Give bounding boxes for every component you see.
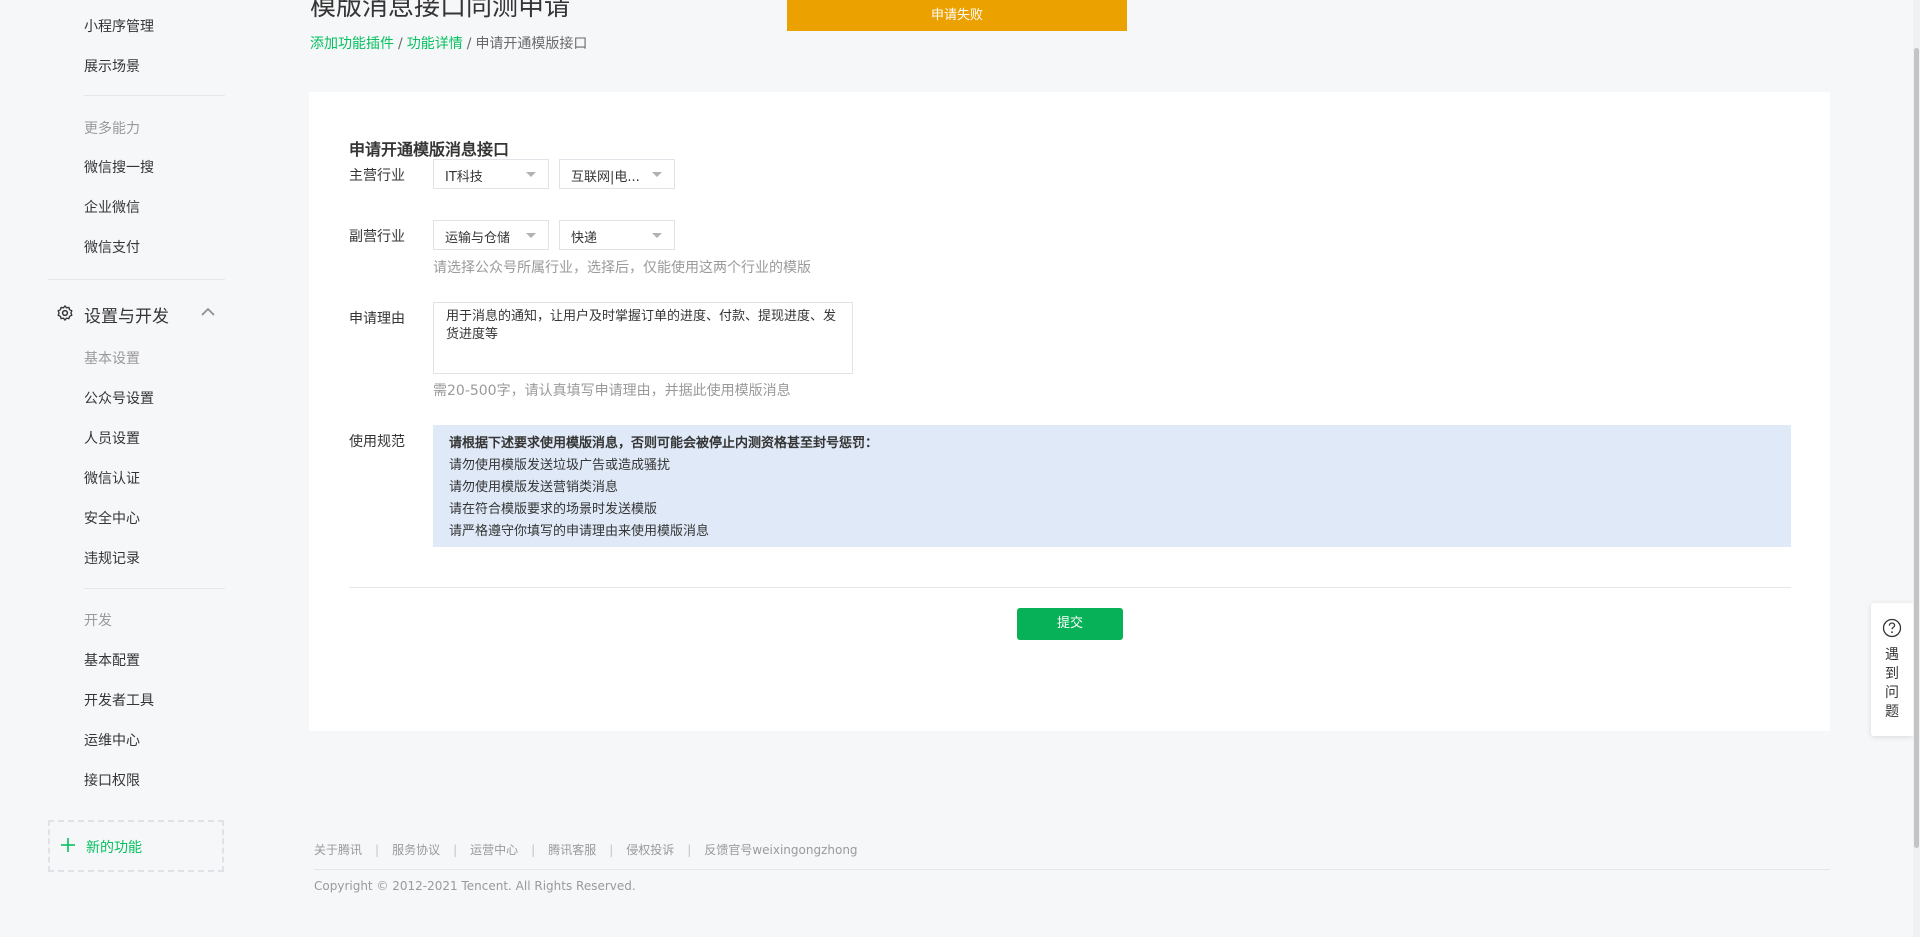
footer-separator: |: [375, 843, 380, 857]
page-title: 模版消息接口同测申请: [310, 0, 571, 22]
breadcrumb-current: 申请开通模版接口: [475, 36, 588, 52]
footer-links: 关于腾讯 | 服务协议 | 运营中心 | 腾讯客服 | 侵权投诉 | 反馈官号weixingongz…: [314, 841, 858, 858]
footer-link-support[interactable]: 腾讯客服: [548, 843, 596, 857]
rule-item: 请勿使用模版发送营销类消息: [449, 480, 619, 495]
sidebar-item-violations[interactable]: 违规记录: [84, 548, 140, 568]
footer-separator: |: [531, 843, 536, 857]
sidebar-item-ops-center[interactable]: 运维中心: [84, 730, 140, 750]
sidebar-item-basic-config[interactable]: 基本配置: [84, 650, 140, 670]
rules-label: 使用规范: [349, 434, 405, 450]
footer-divider: [314, 869, 1830, 870]
sidebar-divider: [48, 279, 225, 280]
new-feature-label: 新的功能: [86, 840, 142, 856]
select-value: 快递: [571, 231, 598, 246]
gear-icon: [57, 305, 73, 321]
rule-item: 请勿使用模版发送垃圾广告或造成骚扰: [449, 458, 671, 473]
help-button[interactable]: 遇到问题: [1871, 603, 1913, 736]
submit-button[interactable]: 提交: [1017, 608, 1123, 640]
sidebar-section-title: 设置与开发: [84, 307, 169, 327]
footer-link-terms[interactable]: 服务协议: [392, 843, 440, 857]
plus-icon: [61, 838, 75, 852]
reason-hint: 需20-500字，请认真填写申请理由，并据此使用模版消息: [433, 383, 791, 399]
error-toast: 申请失败: [787, 0, 1127, 31]
caret-down-icon: [652, 233, 662, 238]
footer-link-feedback[interactable]: 反馈官号weixingongzhong: [704, 843, 857, 857]
caret-down-icon: [526, 172, 536, 177]
form-title: 申请开通模版消息接口: [349, 140, 510, 159]
footer-separator: |: [687, 843, 692, 857]
sidebar-group-dev: 开发: [84, 613, 112, 629]
rules-heading: 请根据下述要求使用模版消息，否则可能会被停止内测资格甚至封号惩罚：: [449, 436, 879, 451]
rule-item: 请严格遵守你填写的申请理由来使用模版消息: [449, 524, 710, 539]
select-value: 互联网|电...: [571, 170, 640, 185]
sidebar-item-dev-tools[interactable]: 开发者工具: [84, 690, 154, 710]
select-value: 运输与仓储: [445, 231, 511, 246]
industry-hint: 请选择公众号所属行业，选择后，仅能使用这两个行业的模版: [433, 260, 811, 276]
sidebar-group-more: 更多能力: [84, 121, 140, 137]
sub-industry-label: 副营行业: [349, 229, 405, 245]
main-industry-secondary-select[interactable]: 互联网|电...: [559, 159, 675, 189]
help-label: 遇到问题: [1885, 647, 1899, 720]
sub-industry-primary-select[interactable]: 运输与仓储: [433, 220, 549, 250]
footer-separator: |: [453, 843, 458, 857]
caret-down-icon: [652, 172, 662, 177]
footer-link-infringement[interactable]: 侵权投诉: [626, 843, 674, 857]
main-industry-label: 主营行业: [349, 168, 405, 184]
sidebar: 小程序管理 展示场景 更多能力 微信搜一搜 企业微信 微信支付 设置与开发 基本…: [0, 0, 240, 937]
sidebar-item-verification[interactable]: 微信认证: [84, 468, 140, 488]
application-form-card: 申请开通模版消息接口 主营行业 IT科技 互联网|电... 副营行业 运输与仓储…: [309, 92, 1830, 731]
sidebar-item-security[interactable]: 安全中心: [84, 508, 140, 528]
sub-industry-secondary-select[interactable]: 快递: [559, 220, 675, 250]
sidebar-divider: [84, 95, 225, 96]
form-divider: [349, 587, 1791, 588]
sidebar-item-scenes[interactable]: 展示场景: [84, 56, 140, 76]
breadcrumb-link-feature-detail[interactable]: 功能详情: [407, 36, 463, 52]
main-industry-primary-select[interactable]: IT科技: [433, 159, 549, 189]
sidebar-item-members[interactable]: 人员设置: [84, 428, 140, 448]
sidebar-section-settings[interactable]: 设置与开发: [56, 302, 226, 327]
question-icon: [1882, 618, 1902, 638]
rule-item: 请在符合模版要求的场景时发送模版: [449, 502, 658, 517]
chevron-up-icon[interactable]: [200, 306, 216, 318]
usage-rules-box: 请根据下述要求使用模版消息，否则可能会被停止内测资格甚至封号惩罚： 请勿使用模版…: [433, 425, 1791, 547]
select-value: IT科技: [445, 170, 483, 185]
breadcrumb: 添加功能插件 / 功能详情 / 申请开通模版接口: [310, 33, 587, 53]
footer-link-ops-center[interactable]: 运营中心: [470, 843, 518, 857]
sidebar-item-work-wechat[interactable]: 企业微信: [84, 197, 140, 217]
sidebar-item-api-permissions[interactable]: 接口权限: [84, 770, 140, 790]
breadcrumb-link-add-plugin[interactable]: 添加功能插件: [310, 36, 394, 52]
sidebar-item-account-settings[interactable]: 公众号设置: [84, 388, 154, 408]
sidebar-item-pay[interactable]: 微信支付: [84, 237, 140, 257]
reason-label: 申请理由: [349, 311, 405, 327]
breadcrumb-separator: /: [466, 36, 472, 52]
footer-link-about[interactable]: 关于腾讯: [314, 843, 362, 857]
sidebar-item-miniprogram[interactable]: 小程序管理: [84, 16, 154, 36]
breadcrumb-separator: /: [398, 36, 403, 52]
caret-down-icon: [526, 233, 536, 238]
footer-separator: |: [609, 843, 614, 857]
new-feature-button[interactable]: 新的功能: [48, 820, 224, 872]
sidebar-divider: [84, 588, 225, 589]
copyright: Copyright © 2012-2021 Tencent. All Right…: [314, 879, 636, 893]
scrollbar-thumb[interactable]: [1914, 48, 1919, 848]
reason-textarea[interactable]: 用于消息的通知，让用户及时掌握订单的进度、付款、提现进度、发货进度等: [433, 302, 853, 374]
sidebar-item-search[interactable]: 微信搜一搜: [84, 157, 154, 177]
sidebar-group-basic: 基本设置: [84, 351, 140, 367]
